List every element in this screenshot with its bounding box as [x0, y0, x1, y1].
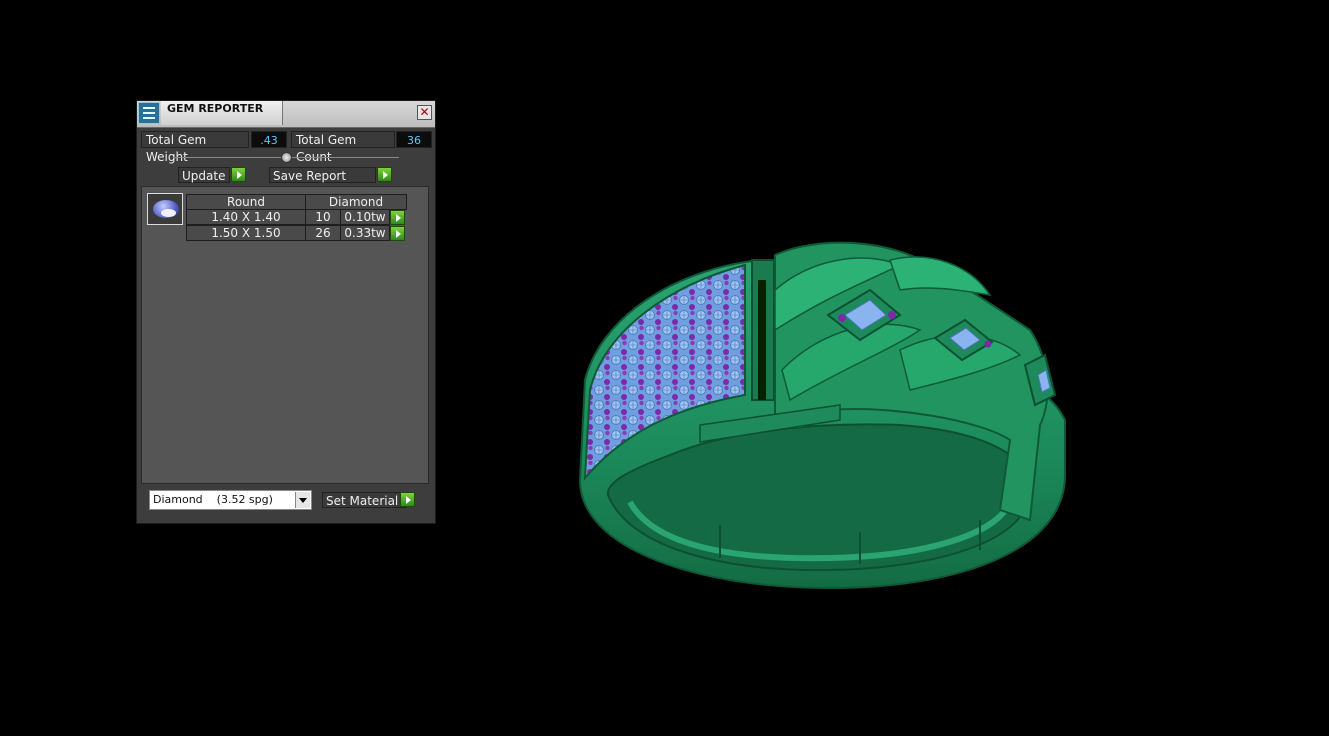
total-gem-weight-label: Total Gem Weight	[141, 131, 249, 164]
update-button[interactable]: Update	[178, 167, 230, 183]
save-report-arrow-icon[interactable]	[377, 167, 392, 182]
total-gem-count-label: Total Gem Count	[291, 131, 395, 164]
save-report-button[interactable]: Save Report	[269, 167, 376, 183]
row-select-arrow-icon[interactable]	[390, 226, 405, 241]
set-material-arrow-icon[interactable]	[400, 492, 415, 507]
gem-count: 26	[305, 225, 341, 241]
material-header: Diamond	[305, 194, 407, 210]
set-material-button[interactable]: Set Material	[322, 492, 406, 508]
update-arrow-icon[interactable]	[231, 167, 246, 182]
gem-weight: 0.10tw	[340, 209, 390, 225]
material-selected-value: Diamond (3.52 spg)	[153, 493, 273, 506]
panel-title: GEM REPORTER	[161, 101, 283, 125]
material-dropdown[interactable]: Diamond (3.52 spg)	[149, 490, 312, 510]
row-select-arrow-icon[interactable]	[390, 210, 405, 225]
gem-count: 10	[305, 209, 341, 225]
gem-list: Round Diamond 1.40 X 1.40 10 0.10tw 1.50…	[141, 186, 429, 484]
ring-3d-model[interactable]	[560, 220, 1100, 610]
round-gem-icon[interactable]	[147, 193, 183, 225]
gem-reporter-app-icon	[138, 102, 160, 124]
gem-weight: 0.33tw	[340, 225, 390, 241]
gem-size: 1.40 X 1.40	[186, 209, 306, 225]
close-icon[interactable]: ✕	[417, 105, 432, 120]
total-gem-weight-value: .43	[251, 131, 287, 148]
title-bar[interactable]: GEM REPORTER ✕	[137, 101, 435, 128]
chevron-down-icon[interactable]	[295, 492, 310, 508]
gem-size: 1.50 X 1.50	[186, 225, 306, 241]
gem-reporter-panel: GEM REPORTER ✕ Total Gem Weight .43 Tota…	[136, 100, 436, 524]
total-gem-count-value: 36	[396, 131, 432, 148]
slider-handle[interactable]	[281, 152, 292, 163]
shape-header: Round	[186, 194, 306, 210]
